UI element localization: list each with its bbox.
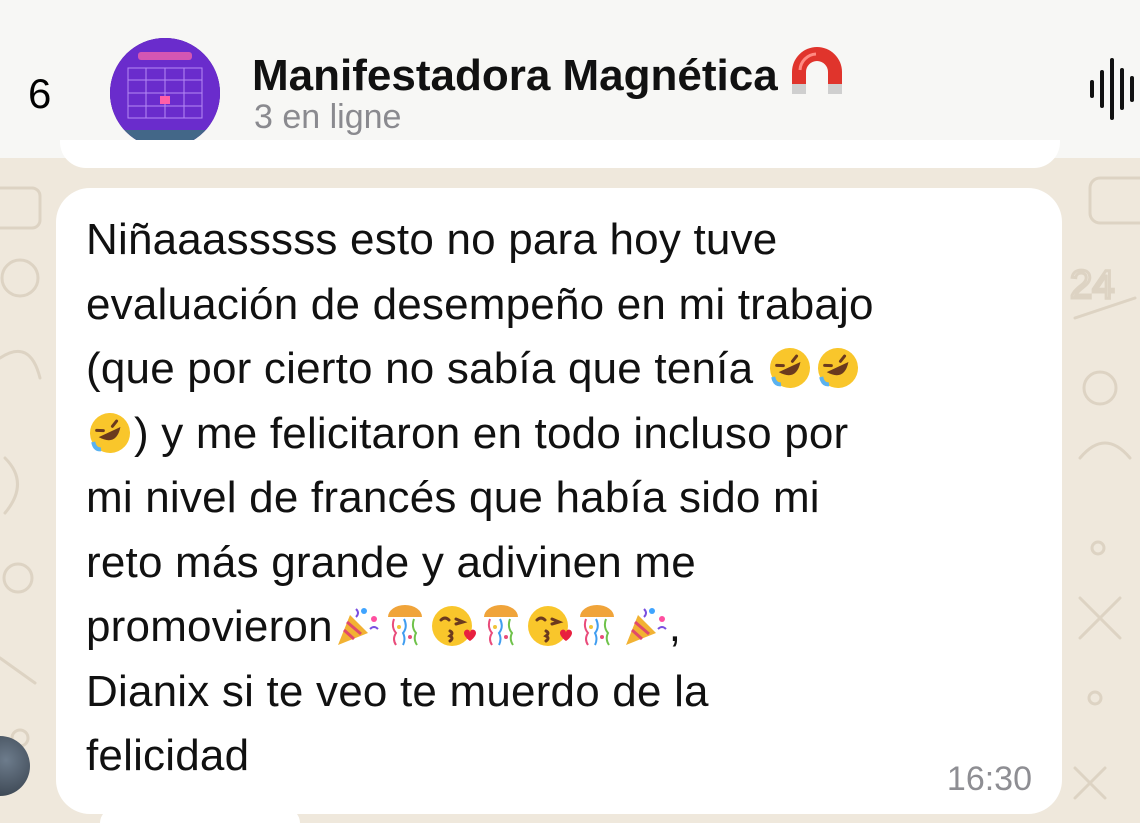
next-bubble-edge xyxy=(100,808,300,823)
rofl-emoji-icon xyxy=(769,348,810,388)
back-unread-count[interactable]: 6 xyxy=(28,70,51,118)
message-line: reto más grande y adivinen me xyxy=(86,537,696,587)
message-bubble[interactable]: Niñaaasssss esto no para hoy tuve evalua… xyxy=(56,188,1062,814)
message-line: promovieron, xyxy=(86,595,1046,660)
kissing-heart-emoji-icon xyxy=(431,606,476,646)
group-title[interactable]: Manifestadora Magnética xyxy=(252,44,848,105)
chat-header: 6 Manifestadora Magnética 3 en ligne xyxy=(0,0,1140,158)
message-line: evaluación de desempeño en mi trabajo xyxy=(86,279,874,329)
message-timestamp: 16:30 xyxy=(946,760,1032,798)
group-title-text: Manifestadora Magnética xyxy=(252,51,778,100)
party-popper-emoji-icon xyxy=(337,608,379,645)
message-line: mi nivel de francés que había sido mi xyxy=(86,473,820,522)
group-avatar[interactable] xyxy=(110,38,220,148)
message-line: (que por cierto no sabía que tenía xyxy=(86,337,1046,402)
message-line: Niñaaasssss esto no para hoy tuve xyxy=(86,215,778,264)
online-status: 3 en ligne xyxy=(254,98,402,136)
rofl-emoji-icon xyxy=(817,348,858,388)
message-text: Niñaaasssss esto no para hoy tuve evalua… xyxy=(86,208,1046,789)
message-line-text: (que por cierto no sabía que tenía xyxy=(86,344,766,393)
confetti-ball-emoji-icon xyxy=(579,605,614,646)
svg-text:24: 24 xyxy=(1070,263,1115,307)
previous-bubble-edge xyxy=(60,140,1060,168)
confetti-ball-emoji-icon xyxy=(387,605,422,646)
party-popper-emoji-icon xyxy=(625,608,667,645)
voice-wave-icon[interactable] xyxy=(1088,58,1140,125)
message-line: ) y me felicitaron en todo incluso por xyxy=(86,402,1046,467)
confetti-ball-emoji-icon xyxy=(483,605,518,646)
magnet-icon xyxy=(786,44,848,105)
rofl-emoji-icon xyxy=(90,412,130,453)
message-line: felicidad xyxy=(86,731,250,780)
trailing-comma: , xyxy=(668,602,682,651)
group-avatar-image xyxy=(110,38,220,148)
message-line-text: promovieron xyxy=(86,602,333,651)
kissing-heart-emoji-icon xyxy=(527,606,572,646)
message-line-text: ) y me felicitaron en todo incluso por xyxy=(134,408,849,458)
message-line: Dianix si te veo te muerdo de la xyxy=(86,666,709,716)
